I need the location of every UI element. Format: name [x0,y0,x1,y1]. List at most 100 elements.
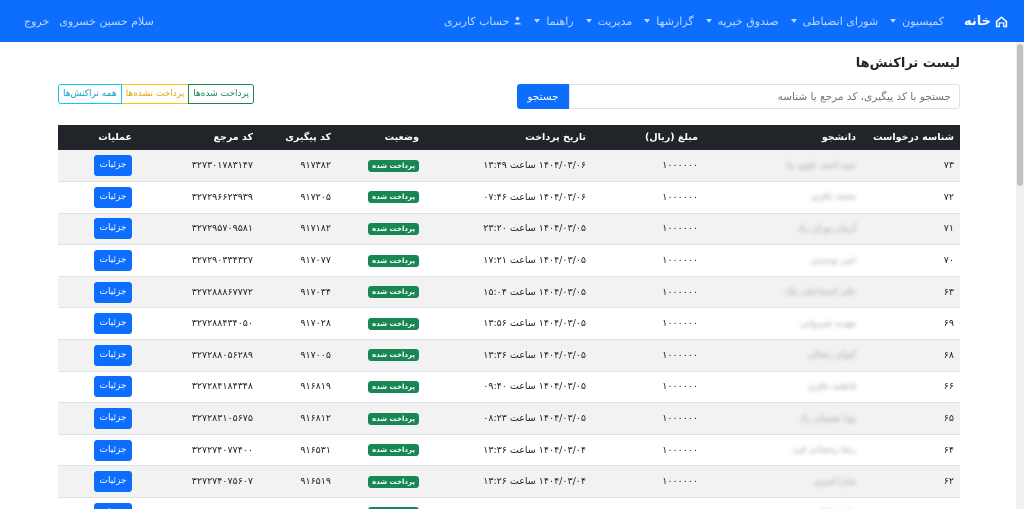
cell-student: محمد باقری [811,192,856,203]
search-input[interactable] [569,84,960,109]
cell-student: کیوان رضائی [807,350,856,361]
cell-operations: جزئیات [58,371,138,403]
cell-student: علیرضا کریمی [704,498,862,509]
cell-reference: ۳۲۷۲۷۴۰۷۷۴۰۰ [191,444,253,456]
status-badge: پرداخت شده [368,444,419,457]
filter-paid-button[interactable]: پرداخت شده‌ها [188,84,254,104]
details-button[interactable]: جزئیات [94,344,132,366]
cell-status: پرداخت شده [337,245,425,277]
cell-date: ۱۴۰۴/۰۳/۰۶ ساعت ۰۷:۴۶ [483,191,586,203]
cell-reference: ۳۲۷۲۷۴۰۷۵۶۰۷ [191,476,253,488]
cell-tracking: ۹۱۶۴۰۳ [259,498,337,509]
cell-tracking: ۹۱۷۳۸۲ [300,160,331,172]
user-icon [513,15,522,28]
status-badge: پرداخت شده [368,286,419,299]
chevron-down-icon [534,19,541,23]
cell-date: ۱۴۰۴/۰۳/۰۵ ساعت ۰۹:۴۰ [483,381,586,393]
filter-all-button[interactable]: همه تراکنش‌ها [58,84,122,104]
top-navbar: خانه کمیسیون شورای انضباطی صندوق خیریه گزار… [0,0,1024,42]
details-button[interactable]: جزئیات [94,408,132,430]
header-id: شناسه درخواست [872,132,954,143]
cell-date: ۱۴۰۴/۰۳/۰۵ ساعت ۱۳:۳۶ [483,349,586,361]
cell-id: ۶۸ [943,349,954,361]
status-badge: پرداخت شده [368,159,419,172]
page-title: لیست تراکنش‌ها [855,56,960,71]
details-button[interactable]: جزئیات [94,313,132,335]
cell-date: ۱۴۰۴/۰۳/۰۴ ساعت ۱۳:۲۶ [483,476,586,488]
status-badge: پرداخت شده [368,475,419,488]
transactions-table: شناسه درخواست دانشجو مبلغ (ریال) تاریخ پ… [58,125,960,509]
cell-operations: جزئیات [58,150,138,182]
filter-unpaid-button[interactable]: پرداخت نشده‌ها [121,84,189,104]
cell-reference: ۳۲۷۲۹۵۷۰۹۵۸۱ [191,223,253,235]
nav-item-3[interactable]: گزارشها [638,15,699,28]
cell-id: ۶۱ [862,498,960,509]
status-badge: پرداخت شده [368,412,419,425]
details-button[interactable]: جزئیات [94,186,132,208]
nav-item-6[interactable]: حساب کاربری [438,15,528,28]
cell-operations: جزئیات [58,403,138,435]
nav-item-5[interactable]: راهنما [528,15,579,28]
nav-item-0[interactable]: کمیسیون [884,15,950,28]
page-scrollbar[interactable] [1016,42,1024,509]
brand-label: خانه [963,13,991,29]
details-button[interactable]: جزئیات [94,218,132,240]
cell-student: آرمان پوران راد [797,223,856,234]
cell-operations: جزئیات [58,466,138,498]
chevron-down-icon [585,19,592,23]
nav-item-label: مدیریت [597,14,633,28]
nav-item-4[interactable]: مدیریت [580,15,639,28]
brand-home-link[interactable]: خانه [964,14,1008,29]
cell-date: ۱۴۰۴/۰۳/۰۵ ساعت ۲۳:۲۰ [483,223,586,235]
home-icon [995,15,1008,27]
cell-amount: ۱۰۰۰۰۰۰ [662,191,698,203]
header-reference: کد مرجع [213,132,253,143]
nav-item-label: راهنما [546,14,574,28]
cell-tracking: ۹۱۶۸۱۹ [300,381,331,393]
cell-amount: ۱۰۰۰۰۰۰ [662,255,698,267]
cell-student: رضا رمضانی فرد [792,445,856,456]
cell-tracking: ۹۱۷۰۰۵ [300,349,331,361]
cell-reference: ۳۲۷۲۷۲۳۸۱۹۰۶ [138,498,259,509]
cell-id: ۶۶ [943,381,954,393]
details-button[interactable]: جزئیات [94,281,132,303]
details-button[interactable]: جزئیات [94,439,132,461]
header-tracking: کد پیگیری [285,132,331,143]
cell-date: ۱۴۰۴/۰۳/۰۴ ساعت ۱۱:۰۵ [425,498,592,509]
header-amount: مبلغ (ریال) [645,132,698,143]
details-button[interactable]: جزئیات [94,471,132,493]
cell-operations: جزئیات [58,308,138,340]
cell-reference: ۳۲۷۲۹۰۳۳۴۳۲۷ [191,255,253,267]
cell-date: ۱۴۰۴/۰۳/۰۵ ساعت ۱۷:۲۱ [483,255,586,267]
table-row: ۶۳ علی اسماعیلی نیک ۱۰۰۰۰۰۰ ۱۴۰۴/۰۳/۰۵ ساعت… [58,276,960,308]
table-row: ۶۴ رضا رمضانی فرد ۱۰۰۰۰۰۰ ۱۴۰۴/۰۳/۰۴ ساعت ۱… [58,434,960,466]
cell-operations: جزئیات [58,245,138,277]
nav-item-label: صندوق خیریه [717,14,779,28]
cell-reference: ۳۲۷۲۸۸۸۶۷۷۷۲ [191,286,253,298]
nav-item-2[interactable]: صندوق خیریه [700,15,785,28]
table-row: ۶۲ سارا امیری ۱۰۰۰۰۰۰ ۱۴۰۴/۰۳/۰۴ ساعت ۱۳:۲۶… [58,465,960,498]
cell-amount: ۱۰۰۰۰۰۰ [662,286,698,298]
nav-item-label: شورای انضباطی [802,14,879,28]
cell-student: سارا امیری [813,476,856,487]
cell-status: پرداخت شده [337,340,425,372]
cell-tracking: ۹۱۷۱۸۲ [300,223,331,235]
scrollbar-thumb[interactable] [1017,44,1023,186]
transactions-table-wrap: شناسه درخواست دانشجو مبلغ (ریال) تاریخ پ… [58,125,960,509]
search-button[interactable]: جستجو [517,84,569,109]
nav-item-1[interactable]: شورای انضباطی [785,15,885,28]
cell-amount: ۱۰۰۰۰۰۰ [662,160,698,172]
logout-link[interactable]: خروج [24,15,49,28]
details-button[interactable]: جزئیات [94,376,132,398]
cell-date: ۱۴۰۴/۰۳/۰۶ ساعت ۱۳:۴۹ [483,160,586,172]
table-row: ۷۳ سید احمد علوی نیا ۱۰۰۰۰۰۰ ۱۴۰۴/۰۳/۰۶ ساع… [58,150,960,182]
details-button[interactable]: جزئیات [94,155,132,177]
cell-id: ۷۳ [943,160,954,172]
header-student: دانشجو [821,132,856,143]
status-badge: پرداخت شده [368,317,419,330]
details-button[interactable]: جزئیات [94,502,132,509]
details-button[interactable]: جزئیات [94,250,132,272]
header-operations: عملیات [98,132,132,143]
chevron-down-icon [644,19,651,23]
cell-amount: ۱۰۰۰۰۰۰ [662,413,698,425]
